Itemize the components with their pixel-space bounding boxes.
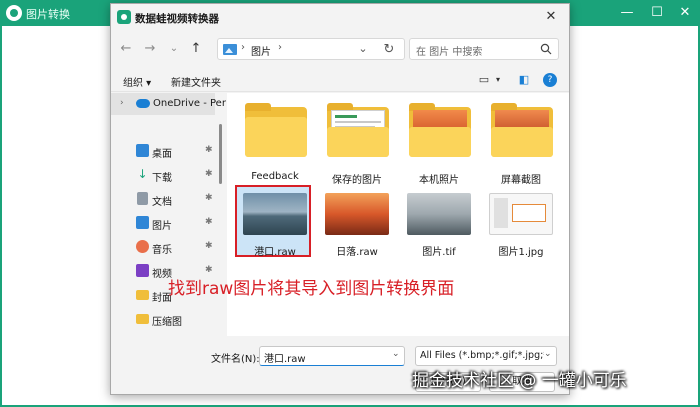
image-thumbnail (325, 193, 389, 235)
pin-icon[interactable]: ✱ (205, 145, 213, 155)
folder-icon (136, 290, 149, 300)
filetype-select[interactable]: All Files (*.bmp;*.gif;*.jpg;*.jp ⌄ (415, 346, 557, 366)
recent-chevron-icon[interactable]: ⌄ (165, 40, 183, 58)
pictures-location-icon (223, 44, 237, 55)
desktop-icon (136, 144, 149, 157)
sidebar-item-compressed[interactable]: 压缩图 (111, 307, 215, 331)
forward-arrow-icon[interactable]: → (141, 40, 159, 58)
folder-icon (491, 103, 553, 157)
sidebar-item-downloads[interactable]: ↓ 下载 ✱ (111, 163, 215, 187)
cloud-icon (136, 99, 150, 108)
image-thumbnail (243, 193, 307, 235)
sidebar-item-music[interactable]: 音乐 ✱ (111, 235, 215, 259)
app-title: 图片转换 (26, 8, 70, 21)
navigation-pane: › OneDrive - Per 桌面 ✱ ↓ 下载 ✱ 文档 ✱ 图片 ✱ 音… (111, 93, 226, 336)
file-label: 图片1.jpg (498, 247, 544, 258)
organize-menu[interactable]: 组织 ▾ (123, 74, 151, 89)
file-item[interactable]: 图片.tif (401, 187, 477, 258)
filename-input[interactable]: 港口.raw ⌄ (259, 346, 405, 366)
chevron-down-icon[interactable]: ⌄ (544, 349, 552, 359)
file-label: 图片.tif (422, 247, 456, 258)
sidebar-item-label: 桌面 (152, 149, 172, 160)
navigation-bar: ← → ⌄ ↑ › 图片 › ⌄ ↻ 在 图片 中搜索 (111, 34, 569, 64)
folder-label: 保存的图片 (332, 175, 382, 186)
dialog-title: 数据蛙视频转换器 (135, 13, 219, 25)
back-arrow-icon[interactable]: ← (117, 40, 135, 58)
file-item[interactable]: 图片1.jpg (483, 187, 559, 258)
sidebar-item-label: 音乐 (152, 245, 172, 256)
folder-item[interactable]: Feedback (237, 93, 313, 189)
dialog-app-icon (117, 10, 131, 24)
image-thumbnail (407, 193, 471, 235)
folder-label: Feedback (251, 171, 299, 182)
address-bar[interactable]: › 图片 › (217, 38, 405, 60)
pin-icon[interactable]: ✱ (205, 169, 213, 179)
folder-icon (136, 314, 149, 324)
download-icon: ↓ (137, 167, 148, 181)
pin-icon[interactable]: ✱ (205, 241, 213, 251)
folder-item[interactable]: 本机照片 (401, 93, 477, 189)
maximize-icon[interactable]: ☐ (644, 3, 670, 23)
picture-icon (136, 216, 149, 229)
breadcrumb-pictures[interactable]: 图片 (251, 43, 271, 58)
dialog-titlebar: 数据蛙视频转换器 ✕ (111, 4, 569, 30)
file-label: 港口.raw (254, 247, 296, 258)
sidebar-item-onedrive[interactable]: › OneDrive - Per (111, 93, 226, 115)
search-icon (540, 43, 552, 55)
folder-item[interactable]: 屏幕截图 (483, 93, 559, 189)
document-icon (137, 192, 148, 205)
sidebar-item-documents[interactable]: 文档 ✱ (111, 187, 215, 211)
app-logo-icon (6, 5, 22, 21)
pin-icon[interactable]: ✱ (205, 217, 213, 227)
folder-item[interactable]: 保存的图片 (319, 93, 395, 189)
sidebar-item-label: 下载 (152, 173, 172, 184)
refresh-icon[interactable]: ↻ (381, 42, 397, 58)
sidebar-scrollbar[interactable] (219, 124, 222, 184)
file-list: Feedback 保存的图片 本机照片 屏幕截图 港口.raw 日落.raw 图… (227, 93, 569, 336)
sidebar-item-label: 图片 (152, 221, 172, 232)
breadcrumb-chevron-icon[interactable]: › (278, 42, 282, 53)
view-options-icon[interactable]: ▭ (477, 73, 491, 87)
music-icon (136, 240, 149, 253)
search-placeholder: 在 图片 中搜索 (416, 47, 483, 58)
new-folder-button[interactable]: 新建文件夹 (171, 74, 221, 89)
folder-label: 屏幕截图 (501, 175, 541, 186)
sidebar-item-pictures[interactable]: 图片 ✱ (111, 211, 215, 235)
sidebar-item-label: 文档 (152, 197, 172, 208)
folder-label: 本机照片 (419, 175, 459, 186)
close-icon[interactable]: ✕ (672, 3, 698, 23)
image-thumbnail (489, 193, 553, 235)
filename-value: 港口.raw (264, 354, 306, 365)
preview-pane-icon[interactable]: ◧ (517, 73, 531, 87)
view-dropdown-icon[interactable]: ▾ (491, 73, 505, 87)
chevron-down-icon[interactable]: ⌄ (392, 349, 400, 359)
sidebar-item-desktop[interactable]: 桌面 ✱ (111, 139, 215, 163)
watermark: 掘金技术社区 @ 一罐小可乐 (412, 371, 627, 391)
up-arrow-icon[interactable]: ↑ (187, 40, 205, 58)
dialog-close-icon[interactable]: ✕ (541, 8, 561, 26)
expand-chevron-icon[interactable]: › (120, 98, 124, 108)
open-file-dialog: 数据蛙视频转换器 ✕ ← → ⌄ ↑ › 图片 › ⌄ ↻ 在 图片 中搜索 组… (110, 3, 570, 395)
filename-label: 文件名(N): (211, 354, 260, 365)
sidebar-item-label: OneDrive - Per (153, 98, 226, 109)
file-item-selected[interactable]: 港口.raw (235, 185, 311, 258)
sidebar-item-label: 压缩图 (152, 317, 182, 328)
help-icon[interactable]: ? (543, 73, 557, 87)
pin-icon[interactable]: ✱ (205, 193, 213, 203)
folder-icon (245, 103, 307, 157)
instruction-annotation: 找到raw图片将其导入到图片转换界面 (168, 279, 455, 299)
folder-icon (327, 103, 389, 157)
video-icon (136, 264, 149, 277)
file-label: 日落.raw (336, 247, 378, 258)
address-dropdown-icon[interactable]: ⌄ (355, 42, 371, 58)
filetype-value: All Files (*.bmp;*.gif;*.jpg;*.jp (420, 350, 544, 361)
minimize-icon[interactable]: — (614, 3, 640, 23)
breadcrumb-chevron-icon[interactable]: › (241, 42, 245, 53)
file-item[interactable]: 日落.raw (319, 187, 395, 258)
command-bar: 组织 ▾ 新建文件夹 ▭ ▾ ◧ ? (111, 68, 569, 92)
folder-icon (409, 103, 471, 157)
search-input[interactable]: 在 图片 中搜索 (409, 38, 559, 60)
